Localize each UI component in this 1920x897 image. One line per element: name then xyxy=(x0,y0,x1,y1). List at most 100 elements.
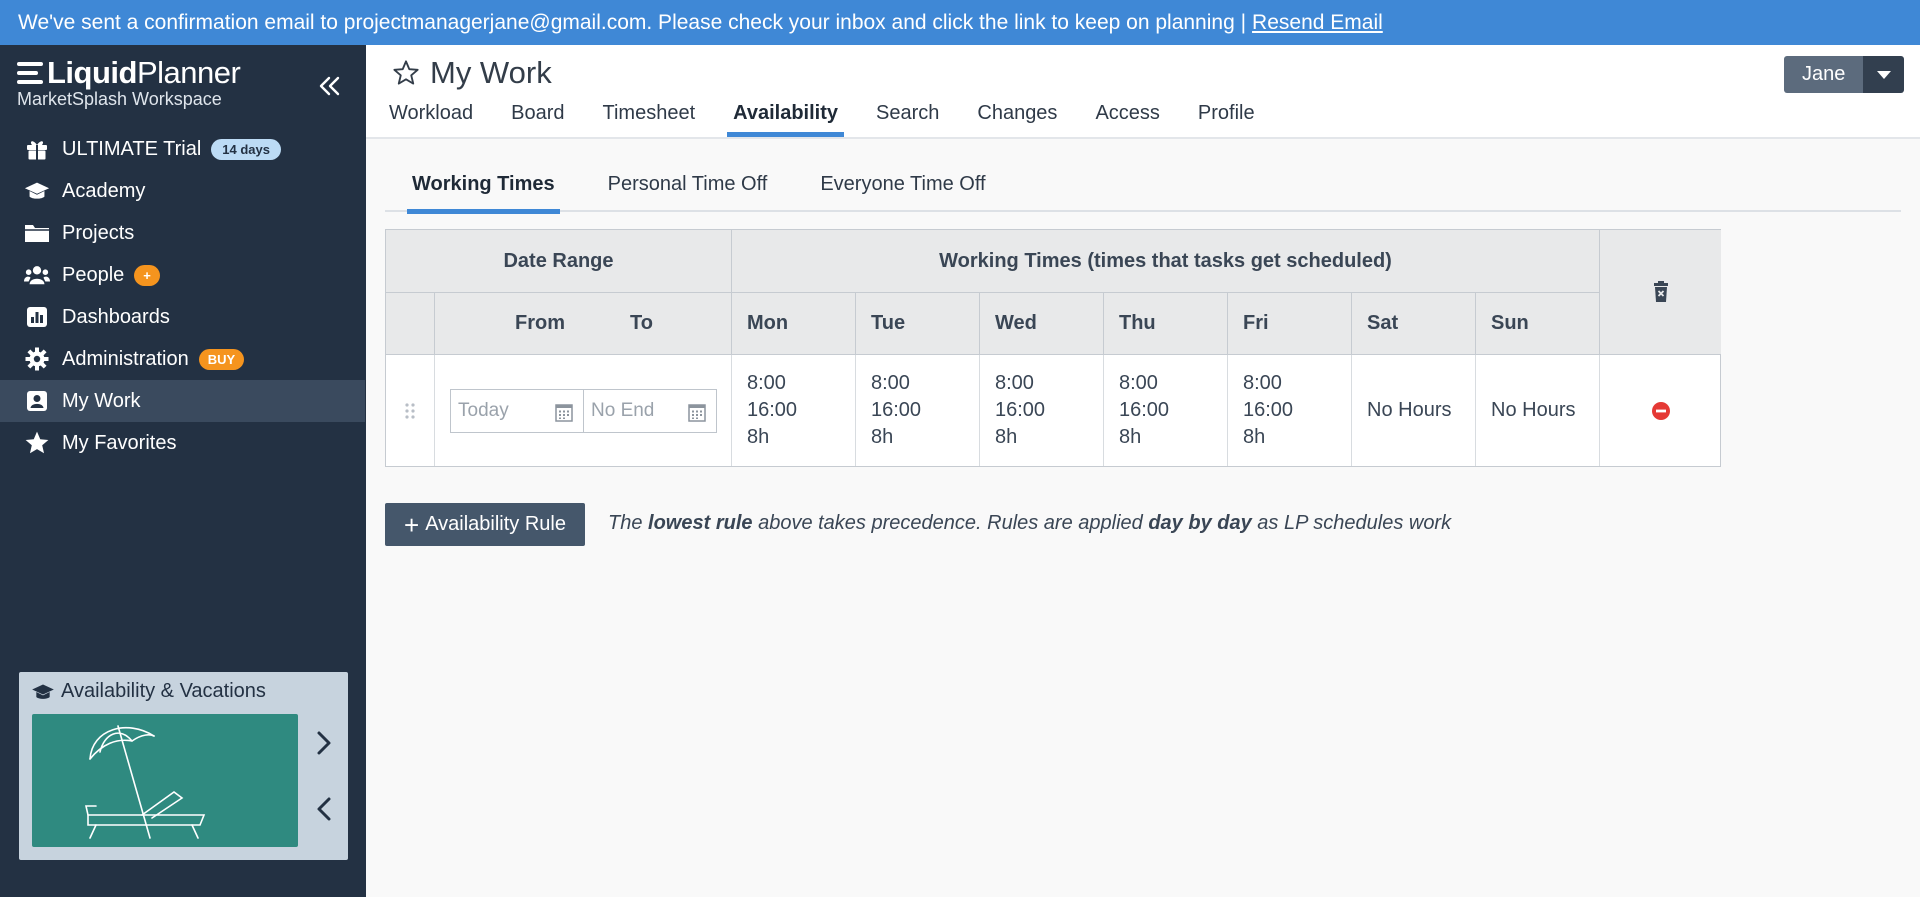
hours: 8h xyxy=(871,426,894,448)
end-time: 16:00 xyxy=(1119,399,1170,421)
to-date-placeholder: No End xyxy=(591,400,655,421)
to-date-input[interactable]: No End xyxy=(583,389,717,433)
collapse-sidebar-button[interactable] xyxy=(314,71,344,101)
hours: 8h xyxy=(747,426,770,448)
sidebar-item-label: ULTIMATE Trial xyxy=(62,137,202,160)
liquidplanner-logo[interactable]: LiquidPlanner xyxy=(17,55,241,91)
trial-days-badge: 14 days xyxy=(211,138,281,160)
hint-text-3: as LP schedules work xyxy=(1257,512,1452,534)
tab-board[interactable]: Board xyxy=(505,97,570,137)
tab-timesheet[interactable]: Timesheet xyxy=(597,97,702,137)
page-header: My Work Workload Board Timesheet Availab… xyxy=(366,45,1920,139)
hours: 8h xyxy=(1119,426,1142,448)
working-times-header: Working Times (times that tasks get sche… xyxy=(732,230,1600,293)
workspace-name: MarketSplash Workspace xyxy=(17,89,222,109)
graduation-cap-icon xyxy=(32,684,54,699)
working-times-table: Date Range Working Times (times that tas… xyxy=(385,229,1721,467)
drag-handle-icon xyxy=(405,402,415,419)
delete-all-button[interactable] xyxy=(1600,230,1721,355)
star-icon xyxy=(24,430,50,456)
folder-icon xyxy=(24,220,50,246)
no-hours-label: No Hours xyxy=(1491,399,1576,421)
to-header: To xyxy=(630,312,653,334)
tue-times-cell[interactable]: 8:00 16:00 8h xyxy=(856,355,980,466)
calendar-icon xyxy=(688,404,706,422)
favorite-star-icon[interactable] xyxy=(392,59,420,87)
sidebar-item-administration[interactable]: Administration BUY xyxy=(0,338,366,380)
tab-profile[interactable]: Profile xyxy=(1192,97,1261,137)
sun-header: Sun xyxy=(1476,293,1600,355)
subtab-everyone-time-off[interactable]: Everyone Time Off xyxy=(815,170,990,212)
chevron-right-icon xyxy=(317,731,331,755)
wed-header: Wed xyxy=(980,293,1104,355)
fri-times-cell[interactable]: 8:00 16:00 8h xyxy=(1228,355,1352,466)
gift-icon xyxy=(24,136,50,162)
sidebar-item-dashboards[interactable]: Dashboards xyxy=(0,296,366,338)
page-title: My Work xyxy=(430,55,552,90)
hours: 8h xyxy=(1243,426,1266,448)
mon-header: Mon xyxy=(732,293,856,355)
date-range-header: Date Range xyxy=(386,230,732,293)
subtab-personal-time-off[interactable]: Personal Time Off xyxy=(603,170,773,212)
sidebar-item-ultimate-trial[interactable]: ULTIMATE Trial 14 days xyxy=(0,128,366,170)
sidebar-nav: ULTIMATE Trial 14 days Academy Projects … xyxy=(0,128,366,464)
from-date-input[interactable]: Today xyxy=(450,389,584,433)
hint-bold-2: day by day xyxy=(1148,512,1252,534)
remove-rule-button[interactable] xyxy=(1600,355,1721,466)
sidebar-item-people[interactable]: People + xyxy=(0,254,366,296)
hours: 8h xyxy=(995,426,1018,448)
tab-workload[interactable]: Workload xyxy=(383,97,479,137)
subtab-working-times[interactable]: Working Times xyxy=(407,170,560,214)
no-hours-label: No Hours xyxy=(1367,399,1452,421)
sidebar-item-my-favorites[interactable]: My Favorites xyxy=(0,422,366,464)
start-time: 8:00 xyxy=(995,372,1034,394)
people-icon xyxy=(24,262,50,288)
dashboard-icon xyxy=(24,304,50,330)
fri-header: Fri xyxy=(1228,293,1352,355)
confirmation-banner: We've sent a confirmation email to proje… xyxy=(0,0,1920,45)
tab-access[interactable]: Access xyxy=(1089,97,1165,137)
end-time: 16:00 xyxy=(871,399,922,421)
add-availability-rule-button[interactable]: + Availability Rule xyxy=(385,503,585,546)
buy-badge[interactable]: BUY xyxy=(198,348,245,370)
remove-circle-icon xyxy=(1651,401,1670,420)
sidebar-item-academy[interactable]: Academy xyxy=(0,170,366,212)
promo-card: Availability & Vacations xyxy=(19,672,348,860)
promo-next-button[interactable] xyxy=(313,728,335,763)
wed-times-cell[interactable]: 8:00 16:00 8h xyxy=(980,355,1104,466)
user-menu-dropdown[interactable] xyxy=(1863,56,1905,93)
beach-umbrella-illustration[interactable] xyxy=(32,714,298,847)
tab-availability[interactable]: Availability xyxy=(727,97,844,137)
end-time: 16:00 xyxy=(1243,399,1294,421)
thu-times-cell[interactable]: 8:00 16:00 8h xyxy=(1104,355,1228,466)
start-time: 8:00 xyxy=(1243,372,1282,394)
graduation-cap-icon xyxy=(24,178,50,204)
sidebar-item-my-work[interactable]: My Work xyxy=(0,380,365,422)
sidebar-item-label: My Work xyxy=(62,389,141,412)
resend-email-link[interactable]: Resend Email xyxy=(1252,11,1383,35)
end-time: 16:00 xyxy=(995,399,1046,421)
logo-text-planner: Planner xyxy=(136,55,241,90)
tab-search[interactable]: Search xyxy=(870,97,945,137)
sat-header: Sat xyxy=(1352,293,1476,355)
sidebar-item-label: Administration xyxy=(62,347,189,370)
mon-times-cell[interactable]: 8:00 16:00 8h xyxy=(732,355,856,466)
user-name-button[interactable]: Jane xyxy=(1784,56,1864,93)
double-chevron-left-icon xyxy=(319,76,340,96)
from-date-placeholder: Today xyxy=(458,400,509,421)
hint-bold-1: lowest rule xyxy=(648,512,753,534)
caret-down-icon xyxy=(1876,70,1891,79)
start-time: 8:00 xyxy=(1119,372,1158,394)
tab-changes[interactable]: Changes xyxy=(971,97,1063,137)
sun-times-cell[interactable]: No Hours xyxy=(1476,355,1600,466)
sidebar-item-projects[interactable]: Projects xyxy=(0,212,366,254)
trash-icon xyxy=(1653,281,1668,302)
banner-message: We've sent a confirmation email to proje… xyxy=(18,10,1247,34)
drag-column-header xyxy=(386,293,435,355)
plus-icon: + xyxy=(404,509,420,540)
promo-prev-button[interactable] xyxy=(313,794,335,829)
drag-handle[interactable] xyxy=(386,355,435,466)
sidebar: LiquidPlanner MarketSplash Workspace ULT… xyxy=(0,45,366,897)
sat-times-cell[interactable]: No Hours xyxy=(1352,355,1476,466)
people-add-badge[interactable]: + xyxy=(134,264,160,286)
